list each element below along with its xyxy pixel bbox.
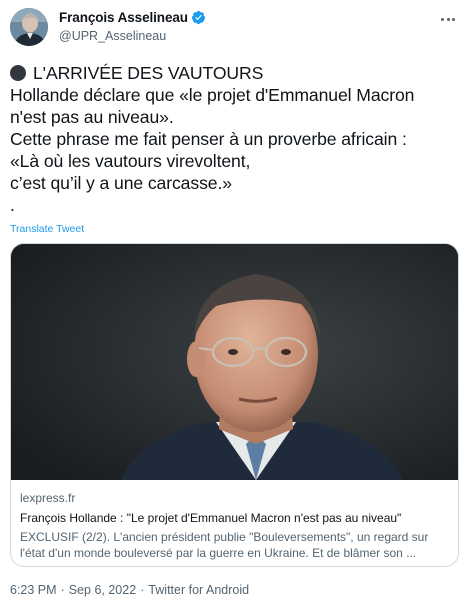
card-info: lexpress.fr François Hollande : "Le proj… bbox=[20, 491, 450, 561]
card-description: EXCLUSIF (2/2). L'ancien président publi… bbox=[20, 529, 450, 561]
tweet-text-line: Hollande déclare que «le projet d'Emmanu… bbox=[10, 85, 415, 105]
translate-tweet-link[interactable]: Translate Tweet bbox=[10, 223, 84, 235]
more-options-icon[interactable] bbox=[438, 11, 458, 27]
tweet-text-line: n'est pas au niveau». bbox=[10, 107, 174, 127]
tweet-date[interactable]: Sep 6, 2022 bbox=[69, 583, 136, 597]
meta-separator: · bbox=[60, 583, 65, 597]
tweet-text-line: . bbox=[10, 195, 15, 215]
author-block: François Asselineau @UPR_Asselineau bbox=[59, 9, 206, 43]
link-card[interactable]: lexpress.fr François Hollande : "Le proj… bbox=[10, 243, 459, 567]
handle[interactable]: @UPR_Asselineau bbox=[59, 29, 206, 43]
tweet-text-line: «Là où les vautours virevoltent, bbox=[10, 151, 251, 171]
verified-badge-icon bbox=[191, 10, 206, 25]
display-name[interactable]: François Asselineau bbox=[59, 10, 188, 25]
more-dot bbox=[446, 17, 450, 21]
black-circle-icon bbox=[10, 65, 26, 81]
card-description-line: l'état d'un monde bouleversé par la guer… bbox=[20, 546, 417, 560]
tweet-meta: 6:23 PM · Sep 6, 2022 · Twitter for Andr… bbox=[10, 583, 249, 597]
avatar[interactable] bbox=[10, 8, 48, 46]
card-image bbox=[11, 244, 458, 480]
tweet-headline: L'ARRIVÉE DES VAUTOURS bbox=[33, 63, 264, 83]
tweet-source[interactable]: Twitter for Android bbox=[148, 583, 249, 597]
card-domain: lexpress.fr bbox=[20, 491, 76, 505]
meta-separator: · bbox=[140, 583, 145, 597]
card-description-line: EXCLUSIF (2/2). L'ancien président publi… bbox=[20, 530, 429, 544]
tweet-text: L'ARRIVÉE DES VAUTOURS Hollande déclare … bbox=[10, 62, 462, 216]
tweet: François Asselineau @UPR_Asselineau L'AR… bbox=[0, 0, 469, 607]
more-dot bbox=[441, 17, 445, 21]
author-row: François Asselineau bbox=[59, 9, 206, 26]
tweet-text-line: c’est qu’il y a une carcasse.» bbox=[10, 173, 232, 193]
card-title: François Hollande : "Le projet d'Emmanue… bbox=[20, 511, 402, 525]
more-dot bbox=[451, 17, 455, 21]
tweet-text-line: Cette phrase me fait penser à un proverb… bbox=[10, 129, 407, 149]
tweet-text-line: L'ARRIVÉE DES VAUTOURS bbox=[10, 62, 462, 84]
tweet-time[interactable]: 6:23 PM bbox=[10, 583, 57, 597]
